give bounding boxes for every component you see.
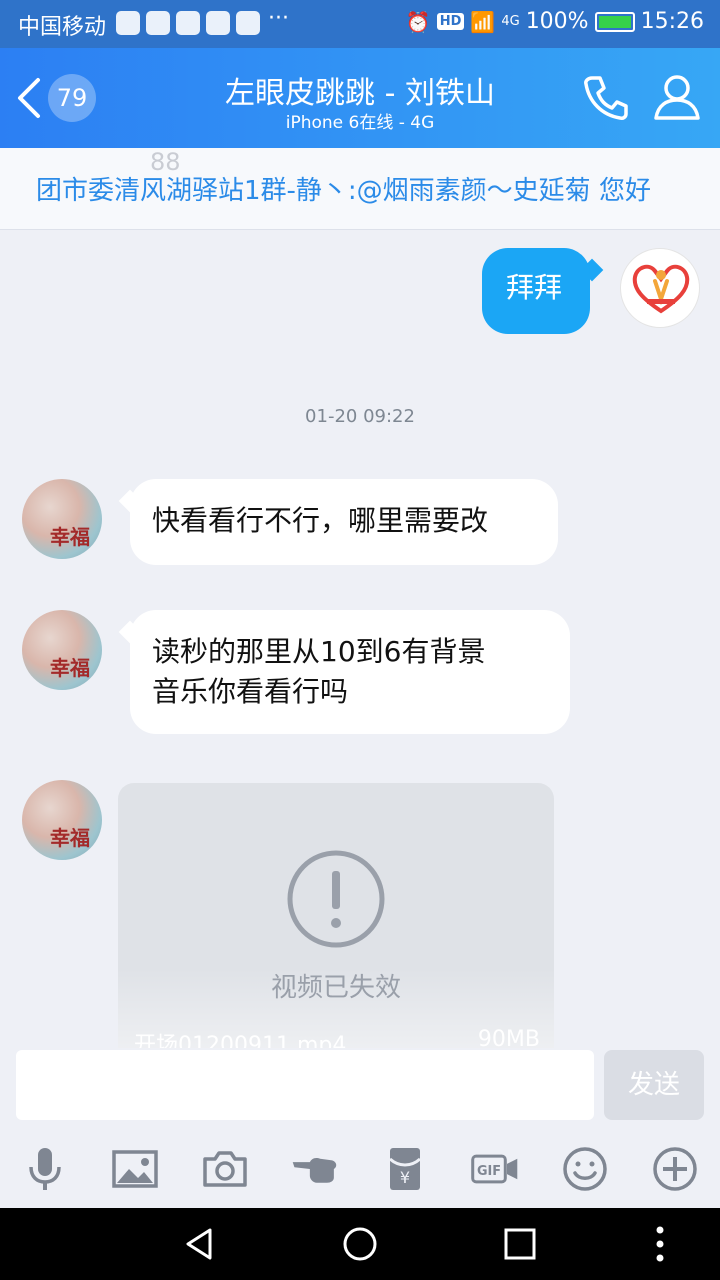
app-notification-icon [206,11,230,35]
red-packet-icon[interactable]: ¥ [377,1141,433,1197]
microphone-icon[interactable] [17,1141,73,1197]
more-notifications: ··· [268,6,289,31]
clock: 15:26 [640,9,704,34]
avatar-mark: 幸福 [50,656,90,680]
wifi-icon: 📶 [470,9,496,34]
svg-text:GIF: GIF [477,1164,501,1179]
status-right: ⏰ HD 📶 4G 100% 15:26 [406,9,704,34]
image-icon[interactable] [107,1141,163,1197]
message-line: 音乐你看看行吗 [152,675,349,708]
composer: 发送 [0,1048,720,1130]
incoming-message[interactable]: 快看看行不行，哪里需要改 [130,479,558,565]
unread-count-badge[interactable]: 79 [48,74,96,122]
chat-messages[interactable]: 拜拜 01-20 09:22 幸福 快看看行不行，哪里需要改 幸福 读秒的那里从… [0,230,720,1048]
alarm-icon: ⏰ [405,9,431,34]
gif-icon[interactable]: GIF [467,1141,523,1197]
nav-home-icon[interactable] [340,1224,380,1264]
nav-menu-icon[interactable] [640,1224,680,1264]
avatar-mark: 幸福 [50,525,90,549]
video-message[interactable]: 视频已失效 开场01200911.mp4 90MB [118,783,554,1048]
camera-icon[interactable] [197,1141,253,1197]
carrier-label: 中国移动 [18,15,107,40]
message-timestamp: 01-20 09:22 [305,406,415,427]
video-filesize: 90MB [477,1027,540,1048]
network-type: 4G [501,14,520,29]
group-notice-bar[interactable]: 88 团市委清风湖驿站1群-静丶:@烟雨素颜〜史延菊 您好 [0,148,720,230]
chat-header: 79 左眼皮跳跳 - 刘铁山 iPhone 6在线 - 4G [0,48,720,148]
profile-icon[interactable] [650,70,704,124]
poke-icon[interactable] [287,1141,343,1197]
warning-icon [287,850,385,948]
online-status: iPhone 6在线 - 4G [285,113,435,133]
plus-icon[interactable] [647,1141,703,1197]
friend-avatar[interactable]: 幸福 [22,610,102,690]
incoming-message[interactable]: 读秒的那里从10到6有背景 音乐你看看行吗 [130,610,570,734]
battery-percent: 100% [525,9,589,34]
nav-back-icon[interactable] [180,1224,220,1264]
outgoing-message[interactable]: 拜拜 [482,248,590,334]
emoji-icon[interactable] [557,1141,613,1197]
notification-icons [116,11,260,35]
app-notification-icon [236,11,260,35]
send-button[interactable]: 发送 [604,1050,704,1120]
friend-avatar[interactable]: 幸福 [22,780,102,860]
nav-recents-icon[interactable] [500,1224,540,1264]
message-input[interactable] [16,1050,594,1120]
system-nav-bar [0,1208,720,1280]
phone-call-icon[interactable] [580,72,632,124]
app-notification-icon [116,11,140,35]
avatar-mark: 幸福 [50,826,90,850]
hd-badge: HD [436,13,465,30]
logo-icon [632,264,690,314]
video-filename: 开场01200911.mp4 [134,1033,347,1048]
back-arrow-icon[interactable] [12,76,48,120]
svg-text:¥: ¥ [400,1168,410,1187]
battery-icon [594,11,635,32]
group-notice-text[interactable]: 团市委清风湖驿站1群-静丶:@烟雨素颜〜史延菊 您好 [36,170,651,207]
status-bar: 中国移动 ··· ⏰ HD 📶 4G 100% 15:26 [0,0,720,48]
app-notification-icon [146,11,170,35]
message-line: 读秒的那里从10到6有背景 [152,635,486,668]
friend-avatar[interactable]: 幸福 [22,479,102,559]
app-notification-icon [176,11,200,35]
composer-toolbar: ¥ GIF [0,1130,720,1208]
video-expired-text: 视频已失效 [270,973,401,1003]
chat-title: 左眼皮跳跳 - 刘铁山 [225,76,495,111]
my-avatar[interactable] [620,248,700,328]
